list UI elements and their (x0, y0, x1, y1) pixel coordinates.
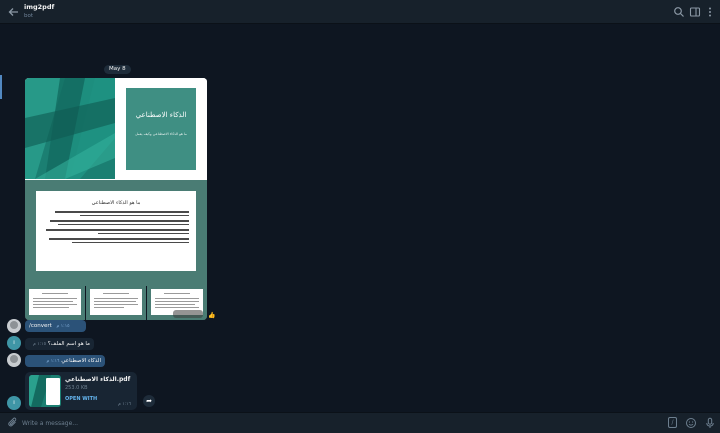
page-sheet: ما هو الذكاء الاصطناعي (36, 191, 196, 271)
album-image-page[interactable]: ما هو الذكاء الاصطناعي (25, 180, 207, 286)
message-text: /convert (29, 323, 52, 329)
album-thumbnail[interactable] (147, 286, 207, 320)
cover-subtitle: ما هو الذكاء الاصطناعي وكيف يعمل (135, 132, 187, 136)
cover-slide: الذكاء الاصطناعي ما هو الذكاء الاصطناعي … (115, 78, 207, 179)
reaction-icon[interactable]: 👍 (208, 312, 215, 319)
file-thumbnail[interactable] (29, 375, 61, 407)
sidebar-toggle-icon[interactable] (689, 6, 701, 18)
more-vertical-icon[interactable] (704, 6, 716, 18)
chat-header: img2pdf bot (0, 0, 720, 24)
chat-title[interactable]: img2pdf (24, 3, 54, 11)
cover-title-box: الذكاء الاصطناعي ما هو الذكاء الاصطناعي … (126, 88, 196, 170)
slash-commands-icon[interactable]: / (668, 417, 677, 428)
album-thumbnail[interactable] (86, 286, 146, 320)
album-thumbnails (25, 286, 207, 320)
scroll-indicator[interactable] (0, 75, 2, 99)
date-separator: May 8 (104, 65, 131, 74)
microphone-icon[interactable] (704, 417, 716, 429)
paperclip-icon[interactable] (7, 417, 19, 429)
message-time: ١:١٦ م (46, 359, 60, 364)
file-message[interactable]: الذكاء الاصطناعي.pdf 253.0 KB OPEN WITH … (25, 372, 137, 410)
message-input[interactable] (22, 417, 622, 429)
file-size: 253.0 KB (65, 385, 88, 391)
image-album[interactable]: الذكاء الاصطناعي ما هو الذكاء الاصطناعي … (25, 78, 207, 320)
message-composer: / (0, 412, 720, 433)
search-icon[interactable] (673, 6, 685, 18)
arrow-left-icon[interactable] (7, 5, 21, 19)
album-time-badge (173, 310, 203, 318)
message-bubble[interactable]: الذكاء الاصطناعي ١:١٦ م (25, 355, 105, 367)
open-with-button[interactable]: OPEN WITH (65, 396, 97, 402)
album-thumbnail[interactable] (25, 286, 85, 320)
cover-title: الذكاء الاصطناعي (135, 111, 187, 119)
message-text: ما هو اسم الملف؟ (47, 341, 90, 347)
message-time: ١:١٦ م (118, 402, 131, 407)
message-text: الذكاء الاصطناعي (61, 358, 101, 364)
message-time: ١:١٥ م (33, 342, 47, 347)
avatar[interactable]: i (7, 336, 21, 350)
share-arrow-icon[interactable]: ➦ (143, 395, 155, 407)
album-image-cover[interactable]: الذكاء الاصطناعي ما هو الذكاء الاصطناعي … (25, 78, 207, 179)
message-bubble[interactable]: ما هو اسم الملف؟ ١:١٥ م (25, 338, 94, 350)
emoji-icon[interactable] (685, 417, 697, 429)
cover-pattern (25, 78, 115, 179)
bot-avatar-icon: i (13, 400, 15, 406)
bot-avatar-icon: i (13, 340, 15, 346)
file-name[interactable]: الذكاء الاصطناعي.pdf (65, 376, 130, 383)
message-bubble[interactable]: /convert ١:١٥ م (25, 320, 86, 332)
avatar[interactable]: i (7, 396, 21, 410)
avatar[interactable] (7, 319, 21, 333)
chat-subtitle: bot (24, 13, 34, 19)
page-title: ما هو الذكاء الاصطناعي (91, 200, 141, 206)
message-time: ١:١٥ م (56, 324, 70, 329)
avatar[interactable] (7, 353, 21, 367)
